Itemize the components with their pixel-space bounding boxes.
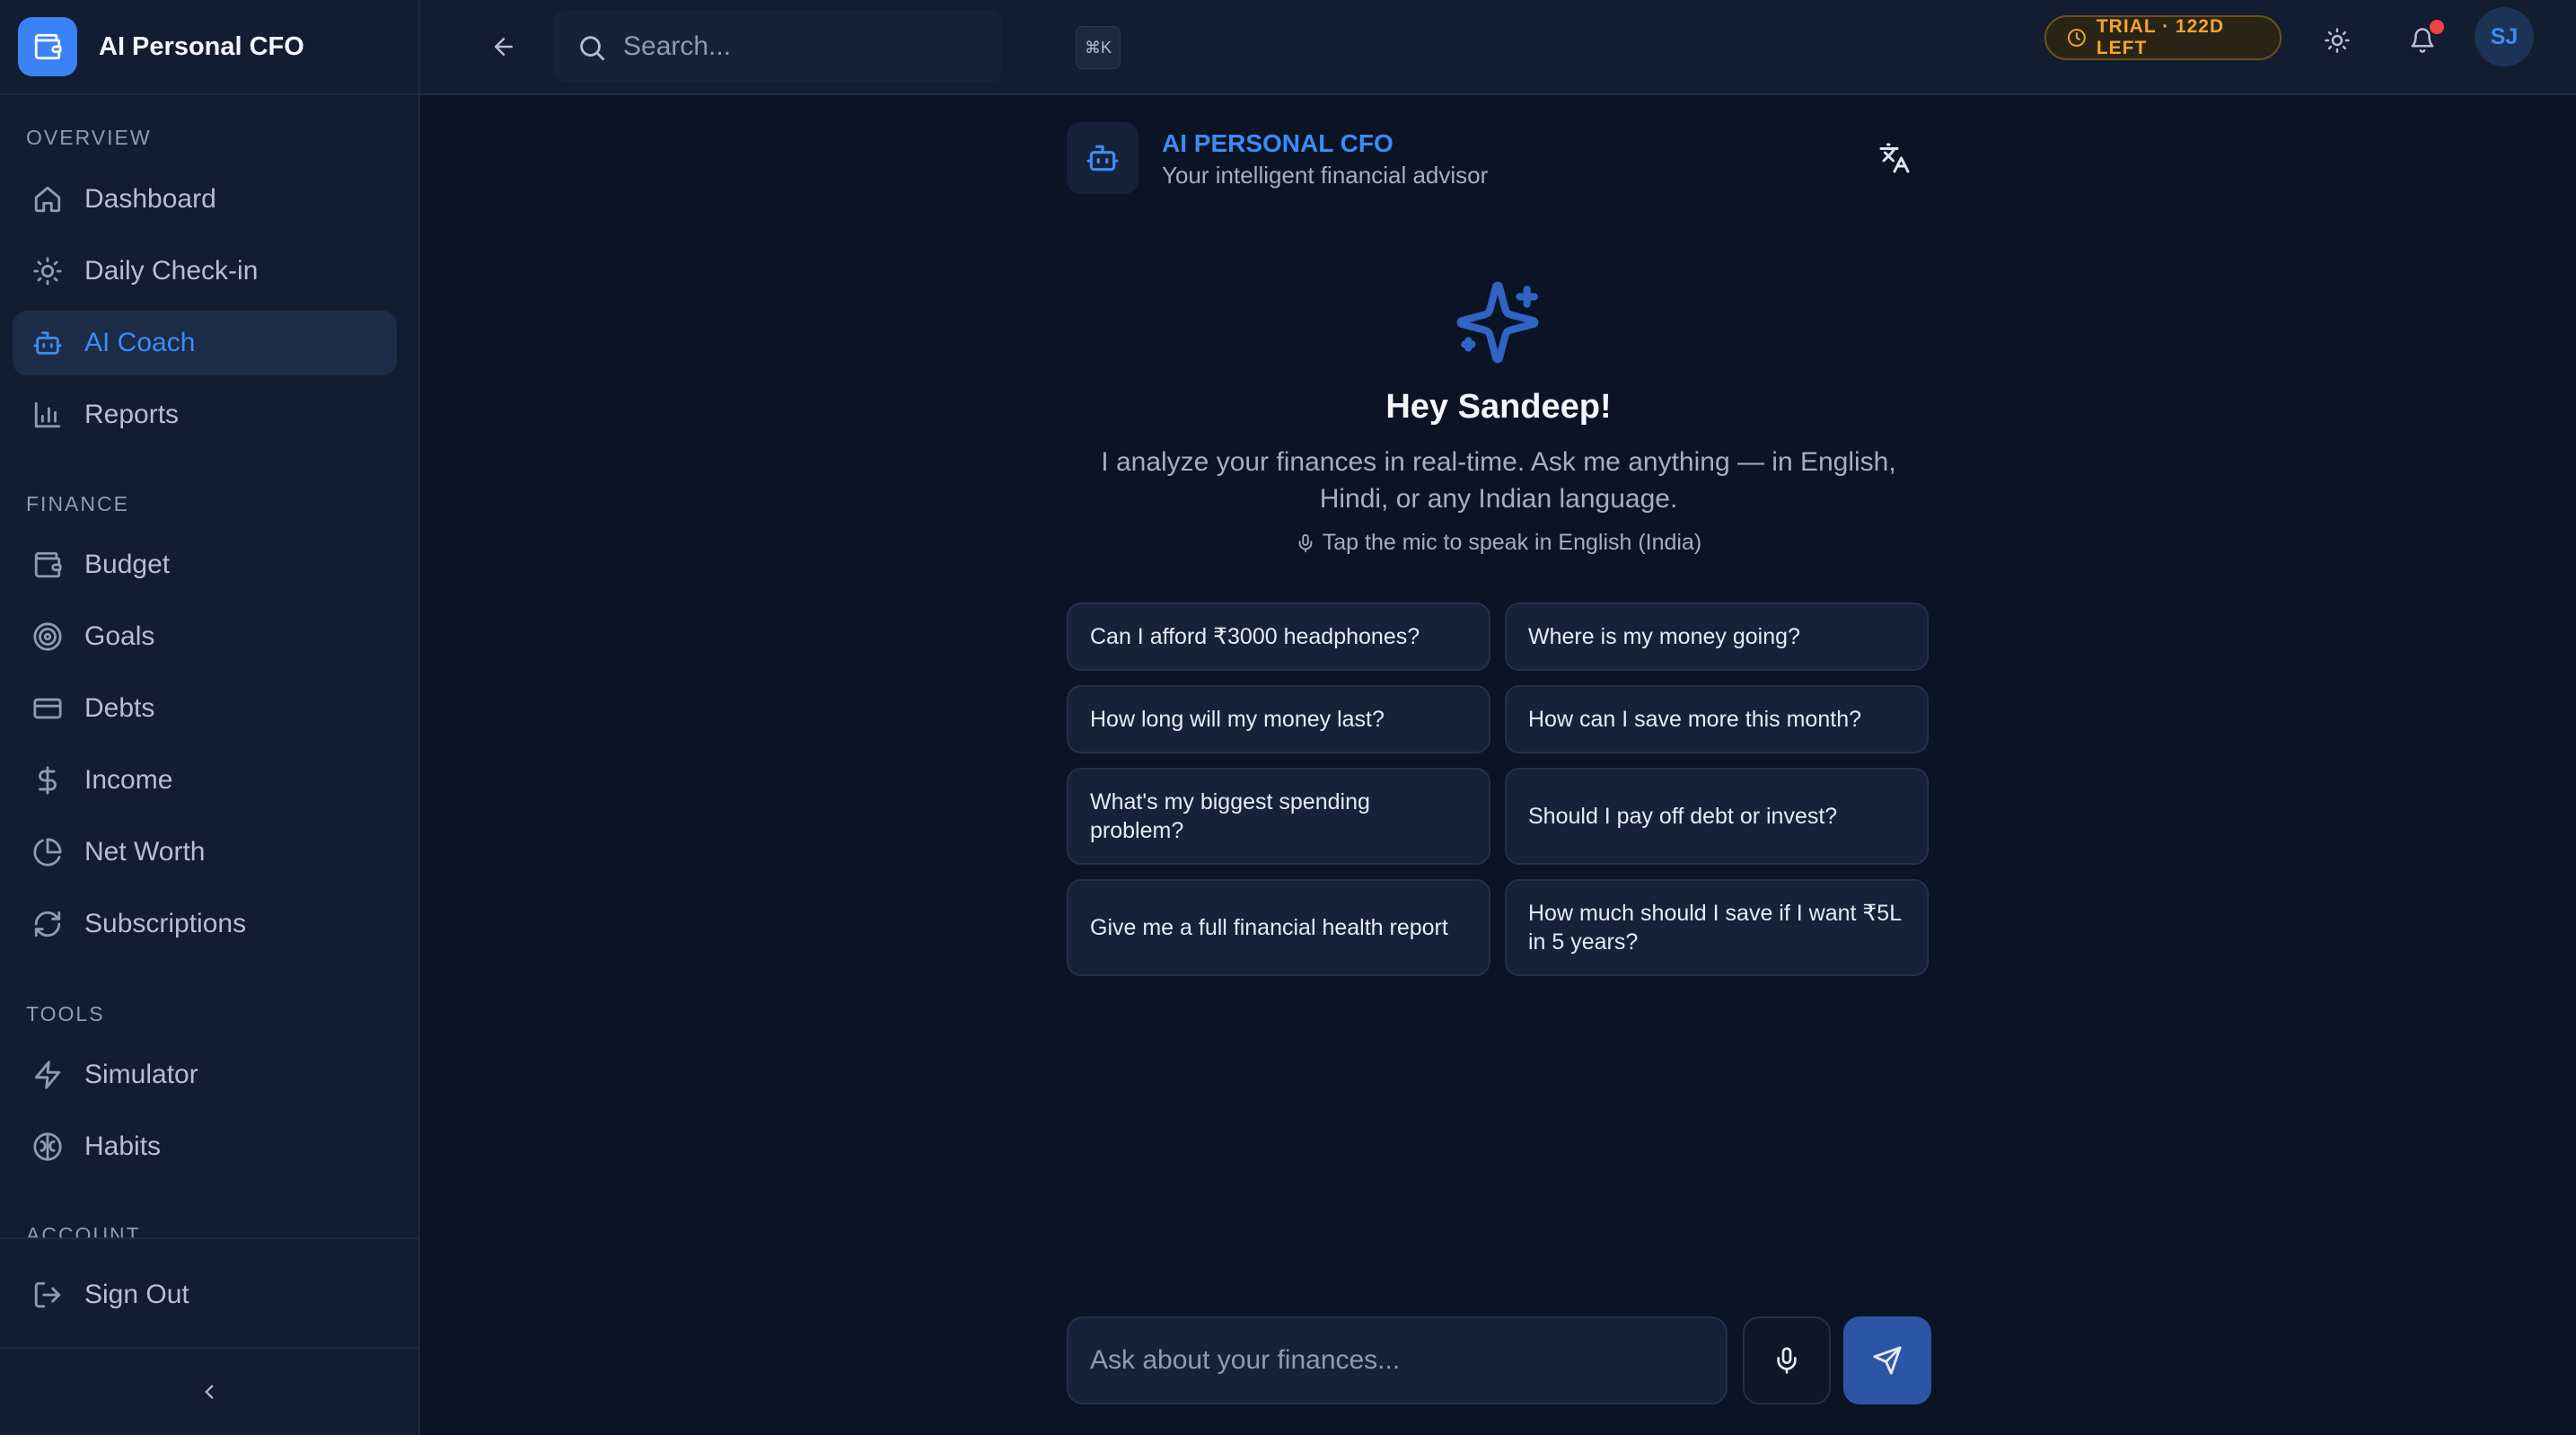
signout-section: Sign Out <box>0 1237 418 1349</box>
clock-icon <box>2067 29 2086 47</box>
sun-icon <box>2325 28 2350 53</box>
notifications-button[interactable] <box>2398 16 2447 65</box>
pie-chart-icon <box>33 838 62 867</box>
bot-icon <box>33 331 62 355</box>
search-box: ⌘K <box>553 11 1121 83</box>
notification-dot <box>2430 20 2444 34</box>
sidebar-item-simulator[interactable]: Simulator <box>13 1043 397 1107</box>
sidebar-item-label: Habits <box>84 1131 162 1161</box>
search-icon <box>580 36 605 61</box>
sidebar-item-label: Daily Check-in <box>84 256 259 286</box>
send-icon <box>1873 1346 1902 1375</box>
sidebar-item-ai-coach[interactable]: AI Coach <box>13 311 397 375</box>
mic-hint-text: Tap the mic to speak in English (India) <box>1322 530 1702 555</box>
trial-badge[interactable]: TRIAL · 122D LEFT <box>2044 15 2281 60</box>
sidebar-item-label: Goals <box>84 621 155 651</box>
greeting: Hey Sandeep! <box>1385 388 1612 426</box>
sidebar-item-label: Net Worth <box>84 837 206 867</box>
sidebar-item-net-worth[interactable]: Net Worth <box>13 820 397 885</box>
sidebar-item-dashboard[interactable]: Dashboard <box>13 167 397 232</box>
section-label-finance: FINANCE <box>26 492 129 515</box>
sidebar-item-daily-check-in[interactable]: Daily Check-in <box>13 239 397 304</box>
sun-icon <box>33 257 62 286</box>
sign-out-label: Sign Out <box>84 1280 189 1309</box>
send-button[interactable] <box>1843 1316 1931 1404</box>
sidebar-item-label: Simulator <box>84 1060 198 1089</box>
avatar[interactable]: SJ <box>2475 7 2534 66</box>
credit-card-icon <box>33 698 62 719</box>
suggestion-chip[interactable]: Can I afford ₹3000 headphones? <box>1067 603 1490 671</box>
message-input[interactable] <box>1090 1338 1701 1383</box>
trial-badge-label: TRIAL · 122D LEFT <box>2096 16 2225 58</box>
bar-chart-icon <box>34 401 61 428</box>
arrow-left-icon <box>495 38 513 56</box>
intro-text: I analyze your finances in real-time. As… <box>1101 447 1896 514</box>
message-composer <box>1067 1316 1728 1404</box>
suggestion-chip[interactable]: Should I pay off debt or invest? <box>1505 768 1929 865</box>
voice-input-button[interactable] <box>1743 1316 1831 1404</box>
sidebar-item-label: Dashboard <box>84 184 216 214</box>
app-name: AI Personal CFO <box>99 31 304 61</box>
logout-icon <box>34 1281 61 1308</box>
theme-toggle-button[interactable] <box>2313 16 2361 65</box>
back-button[interactable] <box>478 21 530 73</box>
coach-subtitle: Your intelligent financial advisor <box>1162 162 1489 189</box>
wallet-icon <box>34 551 62 578</box>
sidebar-item-debts[interactable]: Debts <box>13 676 397 741</box>
dollar-icon <box>39 766 57 795</box>
refresh-icon <box>34 911 61 938</box>
suggestion-chip[interactable]: How long will my money last? <box>1067 685 1490 753</box>
sidebar-item-reports[interactable]: Reports <box>13 383 397 447</box>
suggestion-chip[interactable]: How much should I save if I want ₹5L in … <box>1505 879 1929 976</box>
sidebar-item-label: AI Coach <box>84 328 196 357</box>
suggestion-chip[interactable]: Give me a full financial health report <box>1067 879 1490 976</box>
search-shortcut-hint: ⌘K <box>1076 26 1121 69</box>
collapse-sidebar-button[interactable] <box>0 1347 418 1435</box>
zap-icon <box>34 1061 61 1089</box>
coach-title: AI PERSONAL CFO <box>1162 129 1394 157</box>
sidebar-item-label: Subscriptions <box>84 909 247 938</box>
suggestion-chip[interactable]: How can I save more this month? <box>1505 685 1929 753</box>
suggestion-chip[interactable]: Where is my money going? <box>1505 603 1929 671</box>
bot-icon <box>1067 122 1139 194</box>
sidebar-item-habits[interactable]: Habits <box>13 1114 397 1179</box>
brand[interactable]: AI Personal CFO <box>0 0 418 95</box>
sidebar-item-subscriptions[interactable]: Subscriptions <box>13 892 397 956</box>
sidebar-item-label: Reports <box>84 400 180 429</box>
section-label-overview: OVERVIEW <box>26 126 152 149</box>
wallet-logo-icon <box>18 17 77 76</box>
section-label-tools: TOOLS <box>26 1002 105 1026</box>
translate-icon <box>1879 143 1910 173</box>
sidebar: AI Personal CFO OVERVIEW Dashboard Daily… <box>0 0 420 1435</box>
coach-header: AI PERSONAL CFO Your intelligent financi… <box>1067 122 1930 194</box>
suggestion-chip[interactable]: What's my biggest spending problem? <box>1067 768 1490 865</box>
mic-hint: Tap the mic to speak in English (India) <box>1067 530 1930 556</box>
brain-icon <box>33 1132 62 1161</box>
mic-icon <box>1777 1347 1797 1374</box>
sparkles-icon <box>1456 281 1539 364</box>
sidebar-item-label: Budget <box>84 550 171 579</box>
chevron-left-icon <box>205 1385 214 1399</box>
sidebar-item-label: Income <box>84 765 173 795</box>
target-icon <box>33 622 62 651</box>
sidebar-item-income[interactable]: Income <box>13 748 397 813</box>
sign-out-button[interactable]: Sign Out <box>13 1263 397 1327</box>
home-icon <box>34 186 61 213</box>
top-bar: ⌘K TRIAL · 122D LEFT SJ <box>420 0 2576 95</box>
sidebar-item-budget[interactable]: Budget <box>13 533 397 597</box>
language-button[interactable] <box>1875 138 1914 178</box>
sidebar-item-goals[interactable]: Goals <box>13 604 397 669</box>
search-input[interactable] <box>623 25 910 68</box>
mic-icon <box>1298 533 1313 552</box>
sidebar-item-label: Debts <box>84 693 155 723</box>
